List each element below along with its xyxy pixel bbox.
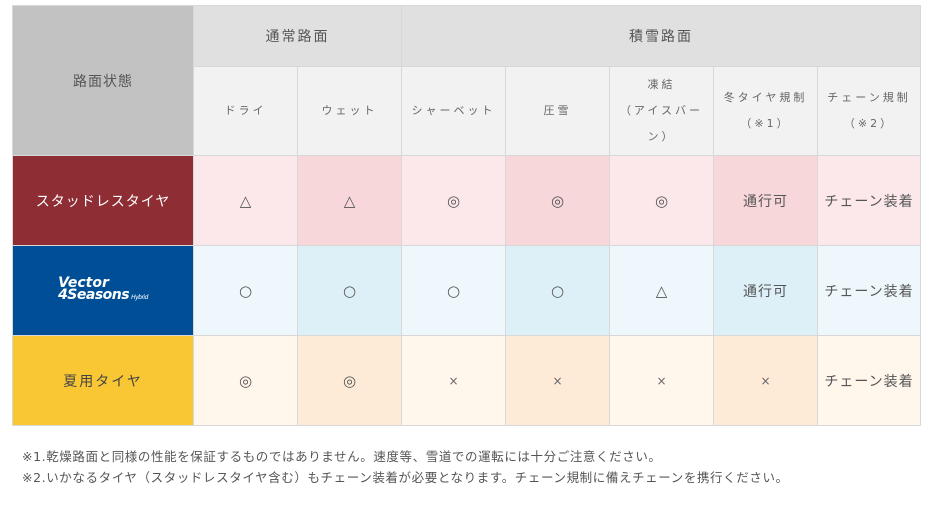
sub-header-line1: ウェット (321, 104, 378, 117)
row-label-summer: 夏用タイヤ (12, 335, 194, 426)
footnote-mark: ※2. (22, 470, 47, 485)
table-cell: 通行可 (713, 245, 818, 336)
group-label: 積雪路面 (629, 29, 693, 45)
sub-header-line2: （※1） (740, 117, 791, 130)
group-header-normal-road: 通常路面 (193, 5, 402, 67)
table-row-vector-4seasons: Vector 4Seasons Hybrid ○ ○ ○ ○ △ 通行可 チェーン… (12, 245, 921, 336)
road-condition-table: 路面状態 通常路面 積雪路面 ドライ ウェット シャーベット 圧雪 凍結 （アイ… (12, 5, 921, 426)
sub-header-line2: （※2） (843, 117, 895, 130)
row-label-text: スタッドレスタイヤ (35, 193, 171, 210)
logo-line2: 4Seasons Hybrid (58, 287, 148, 304)
table-cell: 通行可 (713, 155, 818, 246)
table-row-studless: スタッドレスタイヤ △ △ ◎ ◎ ◎ 通行可 チェーン装着 (12, 155, 921, 246)
logo-line2-text: 4Seasons (58, 287, 130, 303)
table-cell: ◎ (401, 155, 506, 246)
table-cell: ○ (297, 245, 402, 336)
table-cell: × (609, 335, 714, 426)
table-cell: チェーン装着 (817, 245, 921, 336)
table-cell: × (713, 335, 818, 426)
table-cell: × (401, 335, 506, 426)
row-label-studless: スタッドレスタイヤ (12, 155, 194, 246)
row-label-text: 夏用タイヤ (63, 373, 143, 390)
table-cell: ○ (401, 245, 506, 336)
sub-header-line1: 圧雪 (543, 104, 572, 117)
footnote-text: 乾燥路面と同様の性能を保証するものではありません。速度等、雪道での運転には十分ご… (46, 449, 662, 464)
table-cell: ◎ (297, 335, 402, 426)
footnotes: ※1. 乾燥路面と同様の性能を保証するものではありません。速度等、雪道での運転に… (22, 446, 902, 488)
sub-header-frozen: 凍結 （アイスバーン） (609, 66, 714, 156)
row-label-vector-4seasons: Vector 4Seasons Hybrid (12, 245, 194, 336)
sub-header-chain-regulation: チェーン規制 （※2） (817, 66, 921, 156)
table-cell: ○ (505, 245, 610, 336)
table-row-summer: 夏用タイヤ ◎ ◎ × × × × チェーン装着 (12, 335, 921, 426)
table-cell: △ (193, 155, 298, 246)
sub-header-line1: ドライ (224, 104, 267, 117)
sub-header-packed-snow: 圧雪 (505, 66, 610, 156)
footnote-text: いかなるタイヤ（スタッドレスタイヤ含む）もチェーン装着が必要となります。チェーン… (46, 470, 789, 485)
corner-header: 路面状態 (12, 5, 194, 156)
footnote-mark: ※1. (22, 449, 47, 464)
sub-header-line1: 冬タイヤ規制 (723, 91, 808, 104)
sub-header-winter-tire-regulation: 冬タイヤ規制 （※1） (713, 66, 818, 156)
footnote-2: ※2. いかなるタイヤ（スタッドレスタイヤ含む）もチェーン装着が必要となります。… (22, 467, 902, 488)
sub-header-sherbet: シャーベット (401, 66, 506, 156)
group-header-snow-road: 積雪路面 (401, 5, 921, 67)
table-cell: △ (609, 245, 714, 336)
table-cell: ◎ (609, 155, 714, 246)
table-cell: ◎ (505, 155, 610, 246)
sub-header-dry: ドライ (193, 66, 298, 156)
sub-header-line1: シャーベット (411, 104, 496, 117)
footnote-1: ※1. 乾燥路面と同様の性能を保証するものではありません。速度等、雪道での運転に… (22, 446, 902, 467)
group-label: 通常路面 (265, 29, 330, 45)
table-cell: ◎ (193, 335, 298, 426)
logo-suffix: Hybrid (131, 294, 148, 301)
table-cell: × (505, 335, 610, 426)
table-cell: チェーン装着 (817, 335, 921, 426)
sub-header-line1: チェーン規制 (827, 91, 911, 104)
sub-header-line2: （アイスバーン） (619, 104, 704, 143)
sub-header-line1: 凍結 (647, 78, 676, 91)
table-cell: △ (297, 155, 402, 246)
sub-header-wet: ウェット (297, 66, 402, 156)
table-cell: ○ (193, 245, 298, 336)
vector-4seasons-logo: Vector 4Seasons Hybrid (58, 276, 148, 304)
table-cell: チェーン装着 (817, 155, 921, 246)
corner-label: 路面状態 (73, 73, 133, 90)
